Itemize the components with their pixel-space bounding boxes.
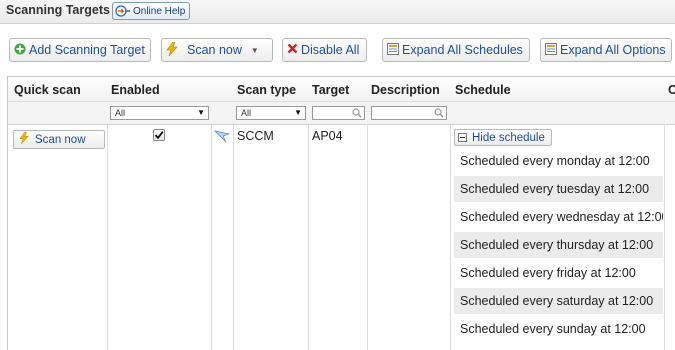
chevron-down-icon: ▼ [250, 45, 259, 55]
add-scanning-target-label: Add Scanning Target [29, 43, 145, 57]
filter-row: All ▼ All ▼ [8, 102, 675, 125]
column-header-scan-type[interactable]: Scan type [237, 83, 296, 97]
scanning-targets-grid: Quick scan Enabled Scan type Target Desc… [7, 76, 675, 350]
schedule-item: Scheduled every thursday at 12:00 [454, 232, 663, 258]
online-help-label: Online Help [133, 5, 186, 17]
lightning-icon [19, 131, 29, 147]
lightning-icon [166, 41, 178, 59]
expand-icon [545, 42, 557, 58]
hide-schedule-button[interactable]: Hide schedule [454, 129, 552, 146]
disable-all-button[interactable]: Disable All [282, 38, 367, 62]
column-divider [211, 125, 212, 350]
schedule-item: Scheduled every wednesday at 12:00 [460, 210, 663, 224]
column-divider [664, 125, 665, 350]
column-divider [107, 125, 108, 350]
hide-schedule-label: Hide schedule [472, 131, 545, 144]
add-scanning-target-button[interactable]: Add Scanning Target [9, 38, 151, 62]
close-icon [287, 43, 298, 57]
toolbar: Add Scanning Target Scan now ▼ Disable A… [0, 24, 675, 74]
schedule-item: Scheduled every saturday at 12:00 [454, 288, 663, 314]
schedule-item: Scheduled every tuesday at 12:00 [454, 176, 663, 202]
target-filter-input[interactable] [312, 106, 365, 120]
title-bar: Scanning Targets Online Help [0, 0, 675, 24]
enabled-checkbox[interactable] [153, 129, 165, 141]
column-header-description[interactable]: Description [371, 83, 440, 97]
online-help-button[interactable]: Online Help [112, 2, 191, 20]
enabled-filter-value: All [115, 108, 126, 118]
disable-all-label: Disable All [301, 43, 360, 57]
column-header-quick-scan[interactable]: Quick scan [14, 83, 81, 97]
column-header-schedule[interactable]: Schedule [455, 83, 511, 97]
row-scan-now-label: Scan now [35, 133, 86, 146]
sccm-icon [213, 129, 231, 146]
schedule-item: Scheduled every sunday at 12:00 [460, 322, 646, 336]
scan-now-label: Scan now [187, 43, 242, 57]
column-divider [450, 125, 451, 350]
expand-all-options-label: Expand All Options [560, 43, 666, 57]
enabled-filter-select[interactable]: All ▼ [110, 106, 209, 120]
column-divider [308, 125, 309, 350]
column-header-options[interactable]: O [668, 83, 675, 97]
expand-icon [387, 42, 399, 58]
column-header-target[interactable]: Target [312, 83, 349, 97]
scan-now-dropdown-button[interactable]: Scan now ▼ [161, 38, 273, 62]
target-cell: AP04 [312, 129, 343, 143]
collapse-icon [458, 133, 467, 142]
help-arrows-icon [115, 5, 131, 17]
schedule-item: Scheduled every monday at 12:00 [460, 154, 650, 168]
column-divider [367, 125, 368, 350]
column-header-enabled[interactable]: Enabled [111, 83, 160, 97]
chevron-down-icon: ▼ [294, 108, 302, 117]
expand-all-options-button[interactable]: Expand All Options [540, 38, 672, 62]
description-filter-input[interactable] [371, 106, 447, 120]
checkmark-icon [154, 131, 164, 140]
row-scan-now-button[interactable]: Scan now [13, 130, 105, 149]
scan-type-filter-select[interactable]: All ▼ [236, 106, 306, 120]
expand-all-schedules-button[interactable]: Expand All Schedules [382, 38, 530, 62]
grid-header: Quick scan Enabled Scan type Target Desc… [8, 77, 675, 102]
scan-type-filter-value: All [241, 108, 252, 118]
page-title: Scanning Targets [6, 3, 110, 17]
expand-all-schedules-label: Expand All Schedules [402, 43, 523, 57]
table-row: Scan now SCCM AP04 Hide schedule Schedul… [8, 125, 675, 350]
schedule-item: Scheduled every friday at 12:00 [460, 266, 636, 280]
plus-icon [14, 43, 26, 58]
chevron-down-icon: ▼ [197, 108, 205, 117]
column-divider [233, 125, 234, 350]
scan-type-cell: SCCM [237, 129, 274, 143]
